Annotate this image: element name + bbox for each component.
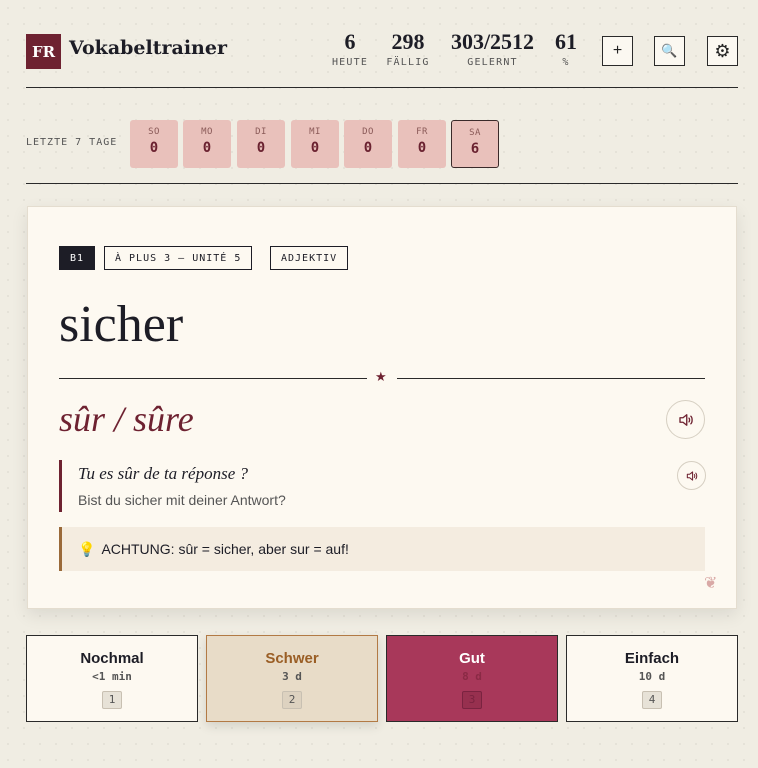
stat-learned-value: 303/2512 xyxy=(450,29,535,54)
stat-percent: 61 % xyxy=(551,29,581,69)
hard-interval: 3 d xyxy=(282,670,302,683)
day-count: 0 xyxy=(149,140,159,156)
note-box: 💡 ACHTUNG: sûr = sicher, aber sur = auf! xyxy=(59,527,705,571)
hard-button[interactable]: Schwer 3 d 2 xyxy=(206,635,378,722)
day-name: FR xyxy=(416,127,428,137)
translation: sûr / sûre xyxy=(59,399,194,439)
day-cell-di: DI 0 xyxy=(237,120,285,168)
gear-icon: ⚙ xyxy=(714,40,731,61)
day-cell-sa: SA 6 xyxy=(451,120,499,168)
logo-badge: FR xyxy=(26,34,61,69)
easy-interval: 10 d xyxy=(638,670,666,683)
divider-left xyxy=(59,378,367,379)
again-interval: <1 min xyxy=(92,670,132,683)
day-name: DO xyxy=(362,127,374,137)
settings-button[interactable]: ⚙ xyxy=(707,36,738,66)
day-count: 0 xyxy=(417,140,427,156)
day-name: SO xyxy=(148,127,160,137)
again-label: Nochmal xyxy=(80,650,144,667)
stat-today-value: 6 xyxy=(344,29,356,54)
good-button[interactable]: Gut 8 d 3 xyxy=(386,635,558,722)
day-count: 0 xyxy=(256,140,266,156)
day-name: SA xyxy=(469,128,481,138)
again-button[interactable]: Nochmal <1 min 1 xyxy=(26,635,198,722)
search-button[interactable]: 🔍 xyxy=(654,36,685,66)
header: FR Vokabeltrainer 6 HEUTE 298 FÄLLIG 303… xyxy=(26,30,738,88)
day-count: 0 xyxy=(363,140,373,156)
days-label: LETZTE 7 TAGE xyxy=(26,137,118,148)
example-french: Tu es sûr de ta réponse ? xyxy=(78,464,248,483)
stat-learned-label: GELERNT xyxy=(467,57,518,68)
good-label: Gut xyxy=(459,650,485,667)
day-cell-mo: MO 0 xyxy=(183,120,231,168)
good-shortcut-key: 3 xyxy=(462,691,482,709)
heart-icon[interactable]: ❦ xyxy=(704,573,717,593)
easy-label: Einfach xyxy=(624,650,680,667)
plus-icon: + xyxy=(612,42,623,59)
vocab-word: sicher xyxy=(59,296,184,353)
example-german: Bist du sicher mit deiner Antwort? xyxy=(78,492,286,508)
day-cell-fr: FR 0 xyxy=(398,120,446,168)
stat-today: 6 HEUTE xyxy=(330,29,370,69)
stat-due-label: FÄLLIG xyxy=(386,57,430,68)
hard-shortcut-key: 2 xyxy=(282,691,302,709)
stat-today-label: HEUTE xyxy=(331,57,369,68)
day-name: MI xyxy=(309,127,321,137)
easy-shortcut-key: 4 xyxy=(642,691,662,709)
play-example-audio-button[interactable] xyxy=(677,461,706,490)
hard-label: Schwer xyxy=(265,650,319,667)
stat-percent-label: % xyxy=(562,57,570,68)
word-type-tag: ADJEKTIV xyxy=(270,246,349,270)
stat-due-value: 298 xyxy=(391,29,425,54)
example-block: Tu es sûr de ta réponse ? Bist du sicher… xyxy=(59,460,705,512)
lightbulb-icon: 💡 xyxy=(78,540,96,557)
easy-button[interactable]: Einfach 10 d 4 xyxy=(566,635,738,722)
again-shortcut-key: 1 xyxy=(102,691,122,709)
add-button[interactable]: + xyxy=(602,36,633,66)
divider-right xyxy=(397,378,705,379)
play-word-audio-button[interactable] xyxy=(666,400,705,439)
speaker-icon xyxy=(678,413,693,426)
day-cell-so: SO 0 xyxy=(130,120,178,168)
lesson-tag: À PLUS 3 – UNITÉ 5 xyxy=(104,246,253,270)
day-count: 0 xyxy=(202,140,212,156)
day-cell-do: DO 0 xyxy=(344,120,392,168)
search-icon: 🔍 xyxy=(661,43,678,58)
app-title: Vokabeltrainer xyxy=(69,37,227,59)
day-name: DI xyxy=(255,127,267,137)
stat-due: 298 FÄLLIG xyxy=(382,29,434,69)
note-text: ACHTUNG: sûr = sicher, aber sur = auf! xyxy=(101,541,349,557)
day-count: 0 xyxy=(310,140,320,156)
speaker-icon xyxy=(686,470,697,481)
last-seven-days: LETZTE 7 TAGE SO 0 MO 0 DI 0 MI 0 DO 0 F… xyxy=(26,120,738,184)
day-name: MO xyxy=(201,127,213,137)
star-icon: ★ xyxy=(375,369,387,384)
good-interval: 8 d xyxy=(462,670,482,683)
stat-percent-value: 61 xyxy=(555,29,577,54)
level-tag: B1 xyxy=(59,246,96,270)
flashcard: B1 À PLUS 3 – UNITÉ 5 ADJEKTIV sicher ★ … xyxy=(27,206,737,609)
day-count: 6 xyxy=(470,141,480,157)
stat-learned: 303/2512 GELERNT xyxy=(445,29,540,69)
day-cell-mi: MI 0 xyxy=(291,120,339,168)
